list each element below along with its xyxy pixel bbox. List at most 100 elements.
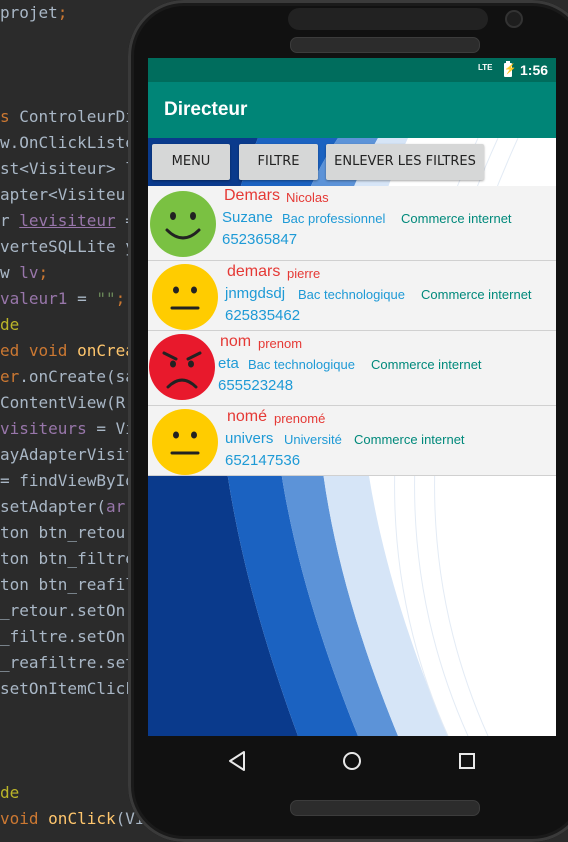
battery-icon: ⚡ bbox=[504, 61, 517, 77]
code-line: _filtre.setOn bbox=[0, 624, 125, 650]
list-item-visitor[interactable]: demars pierre jnmgdsdj Bac technologique… bbox=[148, 261, 556, 331]
charging-icon: ⚡ bbox=[504, 64, 517, 75]
visitor-option: Commerce internet bbox=[421, 287, 532, 302]
visitor-lastname: nomé bbox=[227, 408, 268, 425]
android-nav-bar bbox=[148, 736, 556, 786]
code-token: valeur1 bbox=[0, 289, 68, 308]
visitor-city: eta bbox=[218, 355, 239, 372]
code-token: ayAdapterVisit bbox=[0, 445, 135, 464]
code-line: setAdapter(ar bbox=[0, 494, 125, 520]
visitor-lastname: Demars bbox=[224, 187, 281, 204]
code-token: ed void bbox=[0, 341, 78, 360]
code-line: ton btn_filtre bbox=[0, 546, 135, 572]
visitor-city: univers bbox=[225, 430, 274, 447]
code-line: ton btn_reafil bbox=[0, 572, 135, 598]
home-circle-icon[interactable] bbox=[341, 749, 363, 773]
list-item-visitor[interactable]: nom prenom eta Bac technologique Commerc… bbox=[148, 331, 556, 406]
code-token: ControleurDi bbox=[19, 107, 135, 126]
code-line: _reafiltre.set bbox=[0, 650, 135, 676]
page-title: Directeur bbox=[164, 99, 248, 120]
code-token: st<Visiteur> l bbox=[0, 159, 135, 178]
code-line: setOnItemClick bbox=[0, 676, 135, 702]
code-line: ed void onCrea bbox=[0, 338, 135, 364]
code-token: ; bbox=[38, 263, 49, 282]
app-bar: Directeur bbox=[148, 82, 556, 138]
code-token: = findViewById bbox=[0, 471, 135, 490]
code-line: w.OnClickListe bbox=[0, 130, 135, 156]
code-token: setAdapter( bbox=[0, 497, 106, 516]
device-screen: LTE ⚡ 1:56 Directeur MENU FILTRE ENLEVER… bbox=[148, 58, 556, 736]
visitor-phone: 652365847 bbox=[222, 231, 298, 248]
code-token: s bbox=[0, 107, 20, 126]
code-token: setOnItemClick bbox=[0, 679, 135, 698]
phone-bottom-speaker bbox=[290, 800, 480, 816]
code-token: projet bbox=[0, 3, 58, 22]
filter-button[interactable]: FILTRE bbox=[239, 144, 318, 180]
code-line: r levisiteur = bbox=[0, 208, 135, 234]
code-line: s ControleurDi bbox=[0, 104, 135, 130]
code-token: verteSQLLite y bbox=[0, 237, 135, 256]
code-token: .onCreate(sa bbox=[19, 367, 135, 386]
code-line: _retour.setOn bbox=[0, 598, 125, 624]
code-line: visiteurs = Vi bbox=[0, 416, 135, 442]
code-token: ton btn_filtre bbox=[0, 549, 135, 568]
code-token: _filtre.setOn bbox=[0, 627, 126, 646]
code-token: r bbox=[0, 211, 20, 230]
remove-filters-button[interactable]: ENLEVER LES FILTRES bbox=[326, 144, 484, 180]
code-token: void bbox=[0, 809, 49, 828]
code-token: _reafiltre.set bbox=[0, 653, 135, 672]
visitor-phone: 625835462 bbox=[225, 307, 301, 324]
code-token: ton btn_retour bbox=[0, 523, 135, 542]
code-token: w.OnClickListe bbox=[0, 133, 135, 152]
visitor-phone: 652147536 bbox=[225, 452, 301, 469]
camera-icon bbox=[505, 10, 523, 28]
sad-face-icon bbox=[149, 334, 215, 400]
visitor-lastname: demars bbox=[227, 263, 281, 280]
code-line: = findViewById bbox=[0, 468, 135, 494]
code-token: levisiteur bbox=[19, 211, 116, 230]
visitor-firstname: prenom bbox=[258, 336, 303, 351]
visitor-city: Suzane bbox=[222, 209, 273, 226]
visitor-option: Commerce internet bbox=[401, 211, 512, 226]
code-line: ContentView(R bbox=[0, 390, 125, 416]
code-token: ; bbox=[115, 289, 126, 308]
code-line: verteSQLLite y bbox=[0, 234, 135, 260]
recents-square-icon[interactable] bbox=[456, 749, 478, 773]
visitor-phone: 655523248 bbox=[218, 377, 294, 394]
visitor-city: jnmgdsdj bbox=[225, 285, 286, 302]
phone-top-bezel bbox=[288, 8, 488, 30]
visitor-degree: Bac technologique bbox=[248, 357, 355, 372]
code-line: apter<Visiteur bbox=[0, 182, 135, 208]
code-line: st<Visiteur> l bbox=[0, 156, 135, 182]
code-line: projet; bbox=[0, 0, 67, 26]
code-token: visiteurs bbox=[0, 419, 87, 438]
code-token: apter<Visiteur bbox=[0, 185, 135, 204]
menu-button[interactable]: MENU bbox=[152, 144, 230, 180]
code-line: w lv; bbox=[0, 260, 48, 286]
code-token: onCrea bbox=[77, 341, 135, 360]
visitor-option: Commerce internet bbox=[354, 432, 465, 447]
neutral-face-icon bbox=[152, 264, 218, 330]
code-token: "" bbox=[96, 289, 116, 308]
neutral-face-icon bbox=[152, 409, 218, 475]
code-token: ; bbox=[57, 3, 68, 22]
code-token: er bbox=[0, 367, 20, 386]
code-line: de bbox=[0, 780, 19, 806]
code-line: valeur1 = ""; bbox=[0, 286, 125, 312]
visitor-lastname: nom bbox=[220, 333, 252, 350]
code-token: de bbox=[0, 783, 20, 802]
code-line: ayAdapterVisit bbox=[0, 442, 135, 468]
visitor-degree: Bac professionnel bbox=[282, 211, 386, 226]
code-token: ContentView(R bbox=[0, 393, 126, 412]
back-triangle-icon[interactable] bbox=[226, 749, 248, 773]
code-token: lv bbox=[19, 263, 39, 282]
code-line: ton btn_retour bbox=[0, 520, 135, 546]
status-time: 1:56 bbox=[520, 62, 549, 78]
list-item-visitor[interactable]: nomé prenomé univers Université Commerce… bbox=[148, 406, 556, 476]
list-item-visitor[interactable]: Demars Nicolas Suzane Bac professionnel … bbox=[148, 186, 556, 261]
visitor-firstname: prenomé bbox=[274, 411, 326, 426]
phone-earpiece bbox=[290, 37, 480, 53]
status-bar: LTE ⚡ 1:56 bbox=[148, 58, 556, 82]
visitor-degree: Université bbox=[284, 432, 342, 447]
code-token: de bbox=[0, 315, 20, 334]
